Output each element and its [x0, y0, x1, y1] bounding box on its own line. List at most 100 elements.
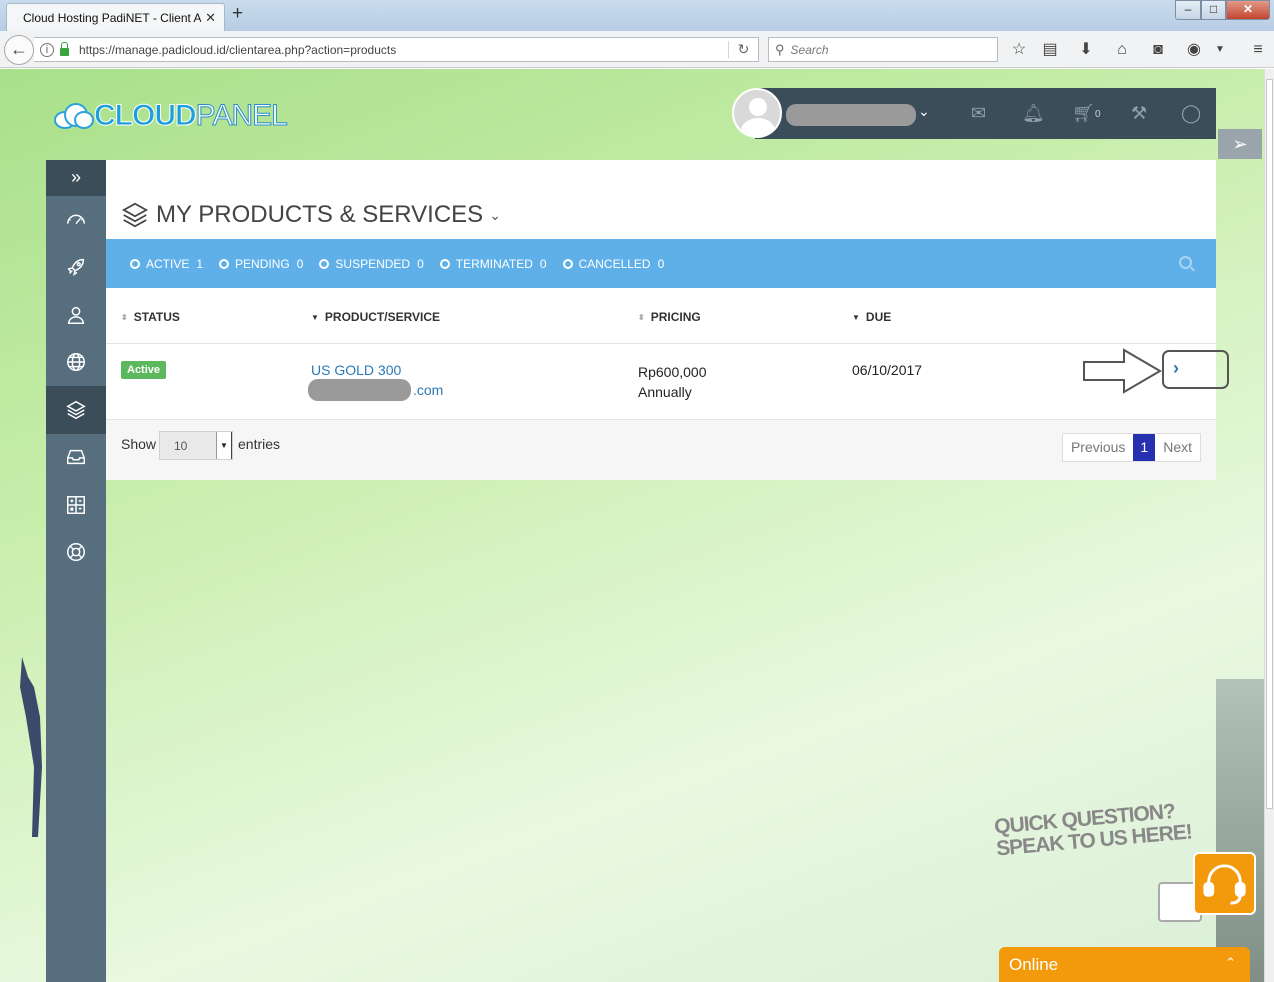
chevron-up-icon[interactable]: ⌃	[1225, 955, 1236, 971]
chevron-down-icon[interactable]: ⌄	[918, 103, 930, 120]
download-icon[interactable]: ⬇	[1076, 40, 1096, 60]
sort-icon: ⬍	[638, 312, 645, 322]
sidebar-toggle-icon[interactable]: »	[46, 160, 106, 196]
rocket-icon	[67, 259, 85, 277]
filter-label: PENDING	[235, 256, 290, 271]
column-label: PRICING	[650, 310, 701, 324]
sidebar-item-domains[interactable]	[46, 339, 106, 387]
entries-value: 10	[174, 438, 188, 453]
filter-pending[interactable]: PENDING 0	[219, 257, 303, 271]
window-maximize-button[interactable]: □	[1201, 0, 1226, 20]
cart-icon[interactable]: 🛒︎	[1072, 103, 1095, 124]
sidebar-item-billing[interactable]	[46, 481, 106, 529]
previous-button[interactable]: Previous	[1063, 434, 1133, 461]
filter-terminated[interactable]: TERMINATED 0	[439, 256, 547, 271]
background-city	[1216, 679, 1264, 982]
reading-list-icon[interactable]: ▤	[1040, 40, 1060, 60]
entries-label: entries	[238, 436, 281, 452]
sort-desc-icon: ▼	[311, 312, 319, 322]
page-title-text: MY PRODUCTS & SERVICES	[156, 201, 484, 228]
cloudpanel-logo[interactable]: CLOUD PANEL	[52, 99, 288, 133]
page-title[interactable]: MY PRODUCTS & SERVICES ⌄	[120, 200, 501, 230]
bookmark-star-icon[interactable]: ☆	[1009, 40, 1029, 60]
table-row[interactable]: Active US GOLD 300 .com Rp600,000 Annual…	[106, 344, 1229, 420]
radio-icon	[562, 258, 573, 269]
search-input[interactable]: Search	[791, 43, 829, 57]
extension-dropdown-icon[interactable]: ▼	[1210, 40, 1230, 60]
filter-count: 1	[196, 256, 204, 271]
sort-icon: ⬍	[121, 312, 128, 322]
send-icon[interactable]: ➢	[1218, 129, 1262, 159]
search-bar[interactable]: ⚲ Search	[768, 37, 998, 62]
menu-icon[interactable]: ≡	[1248, 40, 1268, 60]
dropdown-arrow-icon[interactable]: ▼	[216, 432, 232, 459]
sidebar-item-account[interactable]	[46, 291, 106, 339]
info-icon[interactable]: i	[40, 42, 54, 57]
pocket-icon[interactable]: ◙	[1148, 40, 1168, 60]
cart-count: 0	[1095, 109, 1101, 120]
filter-label: CANCELLED	[578, 256, 651, 271]
column-label: PRODUCT/SERVICE	[324, 310, 441, 324]
reload-icon[interactable]: ↻	[728, 41, 758, 58]
chat-status: Online	[1009, 954, 1059, 974]
filter-suspended[interactable]: SUSPENDED 0	[319, 256, 424, 271]
sidebar-item-support[interactable]	[46, 529, 106, 577]
sidebar-item-dashboard[interactable]	[46, 196, 106, 244]
page-scrollbar[interactable]	[1264, 69, 1274, 982]
tab-close-icon[interactable]: ✕	[205, 10, 216, 26]
filter-count: 0	[296, 256, 304, 271]
filter-active[interactable]: ACTIVE 1	[130, 257, 203, 271]
filter-label: SUSPENDED	[335, 256, 411, 271]
scrollbar-thumb[interactable]	[1266, 79, 1273, 809]
bell-icon[interactable]: 🔔︎	[1022, 103, 1045, 124]
filter-label: TERMINATED	[455, 256, 533, 271]
column-status[interactable]: ⬍ STATUS	[121, 310, 180, 324]
product-link[interactable]: US GOLD 300	[311, 362, 401, 378]
chevron-right-icon[interactable]: ›	[1173, 358, 1179, 379]
window-close-button[interactable]: ✕	[1226, 0, 1270, 20]
search-icon: ⚲	[775, 41, 785, 57]
entries-select[interactable]: 10 ▼	[159, 431, 233, 460]
column-pricing[interactable]: ⬍ PRICING	[638, 310, 701, 324]
radio-icon	[319, 258, 330, 269]
tab-title: Cloud Hosting PadiNET - Client A	[23, 10, 202, 25]
lock-icon	[60, 41, 69, 56]
browser-tab[interactable]: Cloud Hosting PadiNET - Client A ✕	[6, 3, 225, 31]
due-date: 06/10/2017	[852, 362, 923, 378]
main-panel: MY PRODUCTS & SERVICES ⌄ ACTIVE 1 PENDIN…	[106, 160, 1229, 480]
headset-icon[interactable]	[1193, 852, 1256, 915]
column-product[interactable]: ▼ PRODUCT/SERVICE	[311, 310, 440, 324]
avatar[interactable]	[732, 88, 782, 138]
status-filter-bar: ACTIVE 1 PENDING 0 SUSPENDED 0 TERMINATE…	[106, 239, 1216, 288]
mail-icon[interactable]: ✉	[971, 103, 986, 124]
column-label: DUE	[865, 310, 892, 324]
show-label: Show	[121, 436, 157, 452]
sidebar: »	[46, 160, 106, 982]
filter-count: 0	[657, 256, 665, 271]
magic-wand-icon[interactable]: ⚒	[1131, 103, 1147, 124]
next-button[interactable]: Next	[1155, 434, 1200, 461]
background-figure	[16, 657, 46, 837]
domain-link[interactable]: .com	[413, 382, 443, 398]
new-tab-button[interactable]: +	[232, 3, 243, 25]
chevron-down-icon[interactable]: ⌄	[489, 207, 501, 224]
url-bar[interactable]: i https://manage.padicloud.id/clientarea…	[34, 37, 759, 62]
column-due[interactable]: ▼ DUE	[852, 310, 891, 324]
window-minimize-button[interactable]: –	[1175, 0, 1201, 20]
home-icon[interactable]: ⌂	[1112, 40, 1132, 60]
search-icon[interactable]	[1179, 256, 1192, 269]
lightbulb-icon[interactable]: ◯	[1181, 103, 1201, 124]
price-amount: Rp600,000	[638, 364, 707, 380]
filter-cancelled[interactable]: CANCELLED 0	[562, 256, 665, 271]
chat-online-bar[interactable]: Online ⌃	[999, 947, 1250, 982]
sidebar-item-rocket[interactable]	[46, 244, 106, 292]
back-button[interactable]: ←	[4, 35, 34, 65]
extension-icon[interactable]: ◉	[1184, 40, 1204, 60]
sidebar-item-inbox[interactable]	[46, 434, 106, 482]
price-cell: Rp600,000 Annually	[638, 362, 707, 402]
table-footer: Show 10 ▼ entries Previous 1 Next	[106, 420, 1216, 480]
url-text[interactable]: https://manage.padicloud.id/clientarea.p…	[79, 43, 728, 57]
sidebar-item-services[interactable]	[46, 386, 106, 434]
username-redacted[interactable]	[786, 104, 916, 126]
page-1-button[interactable]: 1	[1133, 434, 1156, 461]
